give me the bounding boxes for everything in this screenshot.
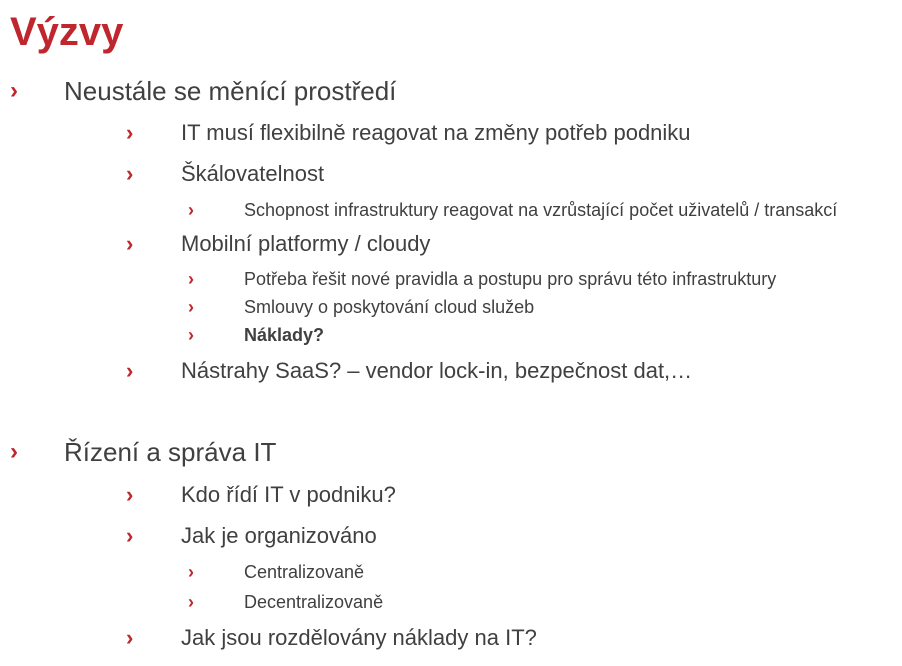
bullet-item: › Jak jsou rozdělovány náklady na IT?	[126, 625, 537, 650]
chevron-right-icon: ›	[188, 200, 194, 220]
bullet-item: › Centralizovaně	[188, 562, 365, 582]
bullet-item: › Škálovatelnost	[126, 161, 325, 186]
chevron-right-icon: ›	[126, 231, 134, 256]
chevron-right-icon: ›	[188, 562, 194, 582]
chevron-right-icon: ›	[126, 161, 134, 186]
bullet-item: › Náklady?	[188, 325, 325, 345]
chevron-right-icon: ›	[188, 325, 194, 345]
bullet-item: › Nástrahy SaaS? – vendor lock-in, bezpe…	[126, 358, 693, 383]
slide-title: Výzvy	[10, 10, 124, 54]
bullet-item: › Kdo řídí IT v podniku?	[126, 482, 396, 507]
chevron-right-icon: ›	[126, 523, 134, 548]
chevron-right-icon: ›	[10, 77, 18, 104]
bullet-item: › Neustále se měnící prostředí	[10, 76, 397, 106]
chevron-right-icon: ›	[126, 120, 134, 145]
chevron-right-icon: ›	[188, 269, 194, 289]
bullet-item: › Decentralizovaně	[188, 592, 384, 612]
chevron-right-icon: ›	[126, 358, 134, 383]
chevron-right-icon: ›	[126, 625, 134, 650]
bullet-item: › Potřeba řešit nové pravidla a postupu …	[188, 269, 777, 289]
chevron-right-icon: ›	[188, 297, 194, 317]
chevron-right-icon: ›	[188, 592, 194, 612]
bullet-item: › Řízení a správa IT	[10, 437, 277, 467]
chevron-right-icon: ›	[10, 438, 18, 465]
bullet-item: › Schopnost infrastruktury reagovat na v…	[188, 200, 838, 220]
bullet-item: › Jak je organizováno	[126, 523, 377, 548]
bullet-item: › IT musí flexibilně reagovat na změny p…	[126, 120, 691, 145]
chevron-right-icon: ›	[126, 482, 134, 507]
bullet-item: › Smlouvy o poskytování cloud služeb	[188, 297, 535, 317]
bullet-item: › Mobilní platformy / cloudy	[126, 231, 431, 256]
